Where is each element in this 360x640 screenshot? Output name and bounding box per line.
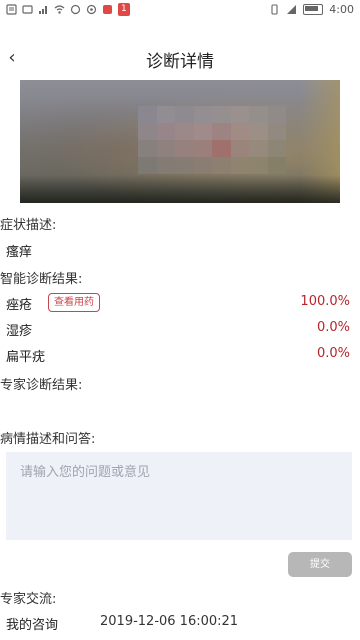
status-right: 4:00 [269, 3, 354, 16]
signal-bars-icon [286, 4, 297, 15]
notification-icon [6, 4, 17, 15]
question-label: 病情描述和问答: [0, 432, 96, 447]
symptoms-label: 症状描述: [0, 218, 57, 233]
my-consultation-link[interactable]: 我的咨询 [6, 614, 58, 633]
expert-exchange-label: 专家交流: [0, 592, 57, 607]
skin-photo [20, 80, 340, 203]
header: ‹ 诊断详情 [0, 40, 360, 76]
message-icon [22, 4, 33, 15]
wifi-icon [54, 4, 65, 15]
ai-results-label: 智能诊断结果: [0, 272, 83, 287]
result-name: 扁平疣 [6, 350, 46, 365]
view-medication-button[interactable]: 查看用药 [48, 293, 100, 312]
result-name: 痤疮 [6, 298, 33, 313]
result-percent: 100.0% [300, 294, 350, 309]
location-icon [86, 4, 97, 15]
symptoms-value: 瘙痒 [6, 245, 33, 260]
page-title: 诊断详情 [146, 52, 214, 72]
result-percent: 0.0% [316, 346, 350, 361]
battery-icon [303, 4, 324, 15]
app-icon [102, 4, 113, 15]
status-time: 4:00 [329, 3, 354, 16]
expert-results-label: 专家诊断结果: [0, 378, 83, 393]
status-left: 1 [6, 3, 130, 16]
notification-badge: 1 [118, 3, 130, 16]
submit-button[interactable]: 提交 [288, 552, 352, 577]
photo-shadow [20, 175, 340, 203]
vibrate-icon [269, 4, 280, 15]
status-bar: 1 4:00 [0, 0, 360, 20]
question-input[interactable] [6, 452, 352, 540]
pixelated-region [138, 106, 286, 174]
result-percent: 0.0% [316, 320, 350, 335]
result-name: 湿疹 [6, 324, 33, 339]
consultation-time: 2019-12-06 16:00:21 [100, 614, 239, 629]
alarm-icon [70, 4, 81, 15]
signal-icon [38, 4, 49, 15]
